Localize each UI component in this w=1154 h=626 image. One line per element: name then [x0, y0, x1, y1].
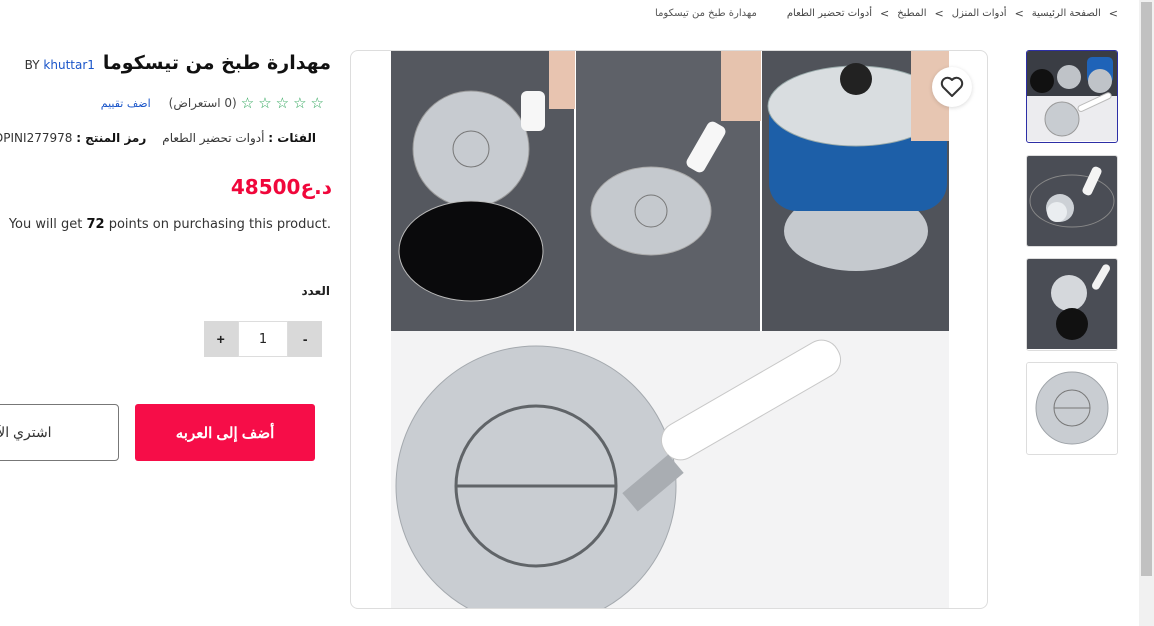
product-title: مهدارة طبخ من تيسكوما — [102, 52, 331, 74]
star-outline-icon[interactable]: ☆ — [293, 94, 306, 112]
seller-link[interactable]: khuttar1 — [43, 58, 95, 72]
add-to-cart-button[interactable]: أضف إلى العربه — [135, 404, 315, 461]
breadcrumb-home-tools[interactable]: أدوات المنزل — [952, 8, 1007, 19]
heart-icon — [940, 76, 964, 97]
add-review-link[interactable]: اضف تقييم — [101, 97, 151, 110]
points-suffix: points on purchasing this product. — [108, 217, 331, 232]
by-prefix: BY — [24, 58, 40, 72]
thumbnail-2[interactable] — [1026, 155, 1118, 247]
breadcrumb-home[interactable]: الصفحة الرئيسية — [1032, 8, 1101, 19]
categories-label: الفئات : — [268, 131, 316, 145]
price-currency: د.ع — [300, 175, 332, 199]
product-price: د.ع48500 — [231, 175, 332, 199]
star-outline-icon[interactable]: ☆ — [276, 94, 289, 112]
price-value: 48500 — [230, 175, 301, 199]
star-outline-icon[interactable]: ☆ — [258, 94, 271, 112]
product-main-image[interactable] — [351, 51, 988, 609]
thumbnail-image — [1027, 259, 1117, 349]
thumbnail-3[interactable] — [1026, 258, 1118, 351]
categories-value[interactable]: أدوات تحضير الطعام — [162, 131, 264, 145]
thumbnail-image — [1027, 51, 1117, 141]
breadcrumb: > الصفحة الرئيسية > أدوات المنزل > المطب… — [655, 7, 1118, 20]
seller-info: BY khuttar1 — [25, 58, 95, 72]
breadcrumb-separator: > — [934, 7, 944, 20]
breadcrumb-food-prep[interactable]: أدوات تحضير الطعام — [787, 8, 872, 19]
star-outline-icon[interactable]: ☆ — [241, 94, 254, 112]
quantity-label: العدد — [301, 284, 330, 298]
categories: الفئات : أدوات تحضير الطعام — [162, 131, 316, 145]
quantity-input[interactable]: 1 — [237, 321, 289, 357]
sku-value: DPINI277978 — [0, 131, 73, 145]
quantity-stepper: + 1 - — [204, 321, 322, 357]
breadcrumb-separator: > — [1014, 7, 1024, 20]
favorite-button[interactable] — [932, 67, 972, 107]
points-prefix: You will get — [8, 217, 83, 232]
reviews-count: (0 استعراض) — [168, 96, 237, 110]
product-image-frame — [350, 50, 988, 609]
breadcrumb-kitchen[interactable]: المطبخ — [897, 8, 926, 19]
thumbnail-1[interactable] — [1026, 50, 1118, 143]
product-title-row: مهدارة طبخ من تيسكوما BY khuttar1 — [25, 52, 331, 74]
points-value: 72 — [86, 217, 105, 232]
breadcrumb-separator: > — [879, 7, 890, 20]
breadcrumb-separator: > — [1108, 7, 1118, 20]
buy-now-button[interactable]: اشتري الآن — [0, 404, 119, 461]
breadcrumb-current: مهدارة طبخ من تيسكوما — [655, 8, 757, 19]
sku: رمز المنتج : DPINI277978 — [0, 131, 146, 145]
sku-label: رمز المنتج : — [76, 131, 147, 145]
rating-row: ☆ ☆ ☆ ☆ ☆ (0 استعراض) اضف تقييم — [101, 94, 324, 112]
thumbnail-image — [1027, 363, 1117, 453]
quantity-increase-button[interactable]: + — [204, 321, 238, 357]
thumbnail-image — [1027, 156, 1117, 246]
points-info: You will get 72 points on purchasing thi… — [9, 217, 331, 232]
product-meta: الفئات : أدوات تحضير الطعام رمز المنتج :… — [0, 131, 316, 145]
star-outline-icon[interactable]: ☆ — [311, 94, 324, 112]
quantity-decrease-button[interactable]: - — [288, 321, 322, 357]
thumbnail-4[interactable] — [1026, 362, 1118, 455]
page-scrollbar-thumb[interactable] — [1141, 2, 1152, 576]
